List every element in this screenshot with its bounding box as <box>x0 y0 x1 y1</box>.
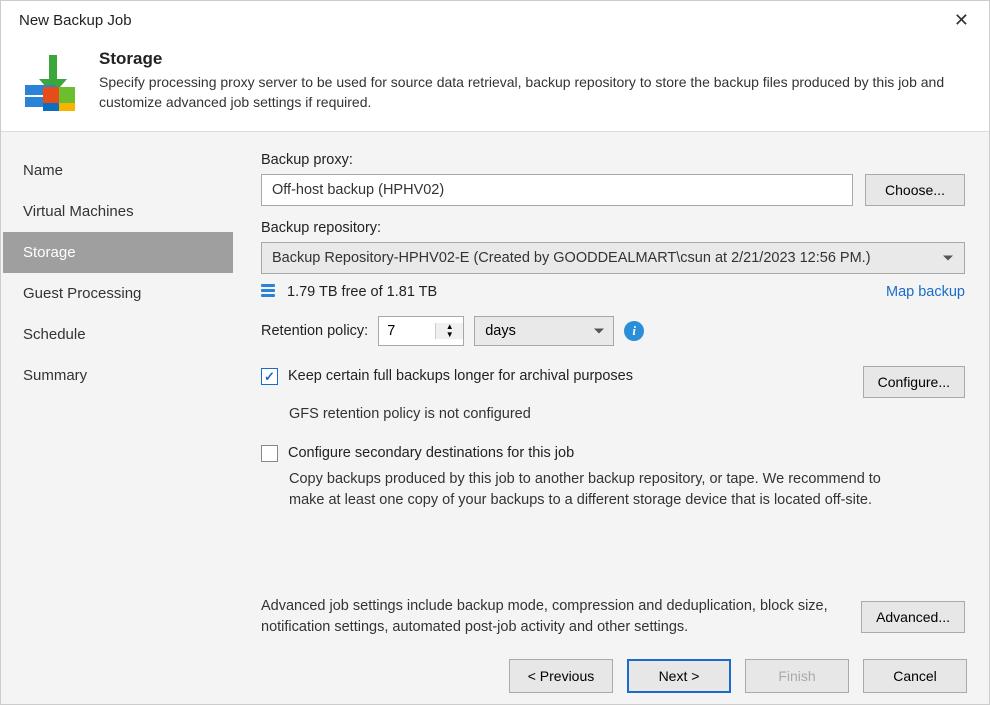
retention-unit-select[interactable]: days <box>474 316 614 346</box>
previous-button[interactable]: < Previous <box>509 659 613 693</box>
map-backup-link[interactable]: Map backup <box>886 284 965 300</box>
wizard-footer: < Previous Next > Finish Cancel <box>1 648 989 704</box>
backup-proxy-input[interactable] <box>261 174 853 206</box>
secondary-dest-sub: Copy backups produced by this job to ano… <box>289 469 909 511</box>
retention-down-button[interactable]: ▼ <box>436 331 463 339</box>
wizard-sidebar: Name Virtual Machines Storage Guest Proc… <box>3 134 233 646</box>
backup-repository-label: Backup repository: <box>261 220 965 236</box>
window-title: New Backup Job <box>19 12 132 29</box>
sidebar-item-schedule[interactable]: Schedule <box>3 314 233 355</box>
wizard-content: Backup proxy: Choose... Backup repositor… <box>233 134 987 646</box>
next-button[interactable]: Next > <box>627 659 731 693</box>
advanced-desc: Advanced job settings include backup mod… <box>261 596 841 638</box>
configure-gfs-button[interactable]: Configure... <box>863 366 965 398</box>
info-icon[interactable]: i <box>624 321 644 341</box>
page-subtitle: Specify processing proxy server to be us… <box>99 73 949 112</box>
retention-spinner[interactable]: ▲ ▼ <box>378 316 464 346</box>
free-space-text: 1.79 TB free of 1.81 TB <box>287 284 437 300</box>
keep-full-checkbox[interactable] <box>261 368 278 385</box>
cancel-button[interactable]: Cancel <box>863 659 967 693</box>
sidebar-item-virtual-machines[interactable]: Virtual Machines <box>3 191 233 232</box>
wizard-window: New Backup Job ✕ Storage Specify process… <box>0 0 990 705</box>
storage-header-icon <box>19 49 83 113</box>
wizard-header: Storage Specify processing proxy server … <box>1 39 989 131</box>
backup-proxy-label: Backup proxy: <box>261 152 965 168</box>
sidebar-item-storage[interactable]: Storage <box>3 232 233 273</box>
sidebar-item-guest-processing[interactable]: Guest Processing <box>3 273 233 314</box>
choose-proxy-button[interactable]: Choose... <box>865 174 965 206</box>
titlebar: New Backup Job ✕ <box>1 1 989 39</box>
keep-full-sub: GFS retention policy is not configured <box>289 404 909 425</box>
sidebar-item-summary[interactable]: Summary <box>3 355 233 396</box>
page-title: Storage <box>99 49 949 69</box>
keep-full-label: Keep certain full backups longer for arc… <box>288 366 633 386</box>
advanced-button[interactable]: Advanced... <box>861 601 965 633</box>
retention-value-input[interactable] <box>379 317 435 345</box>
finish-button: Finish <box>745 659 849 693</box>
backup-repository-select[interactable]: Backup Repository-HPHV02-E (Created by G… <box>261 242 965 274</box>
secondary-dest-checkbox[interactable] <box>261 445 278 462</box>
sidebar-item-name[interactable]: Name <box>3 150 233 191</box>
secondary-dest-label: Configure secondary destinations for thi… <box>288 443 574 463</box>
disk-icon <box>261 284 277 300</box>
retention-label: Retention policy: <box>261 323 368 339</box>
close-icon[interactable]: ✕ <box>948 8 975 33</box>
